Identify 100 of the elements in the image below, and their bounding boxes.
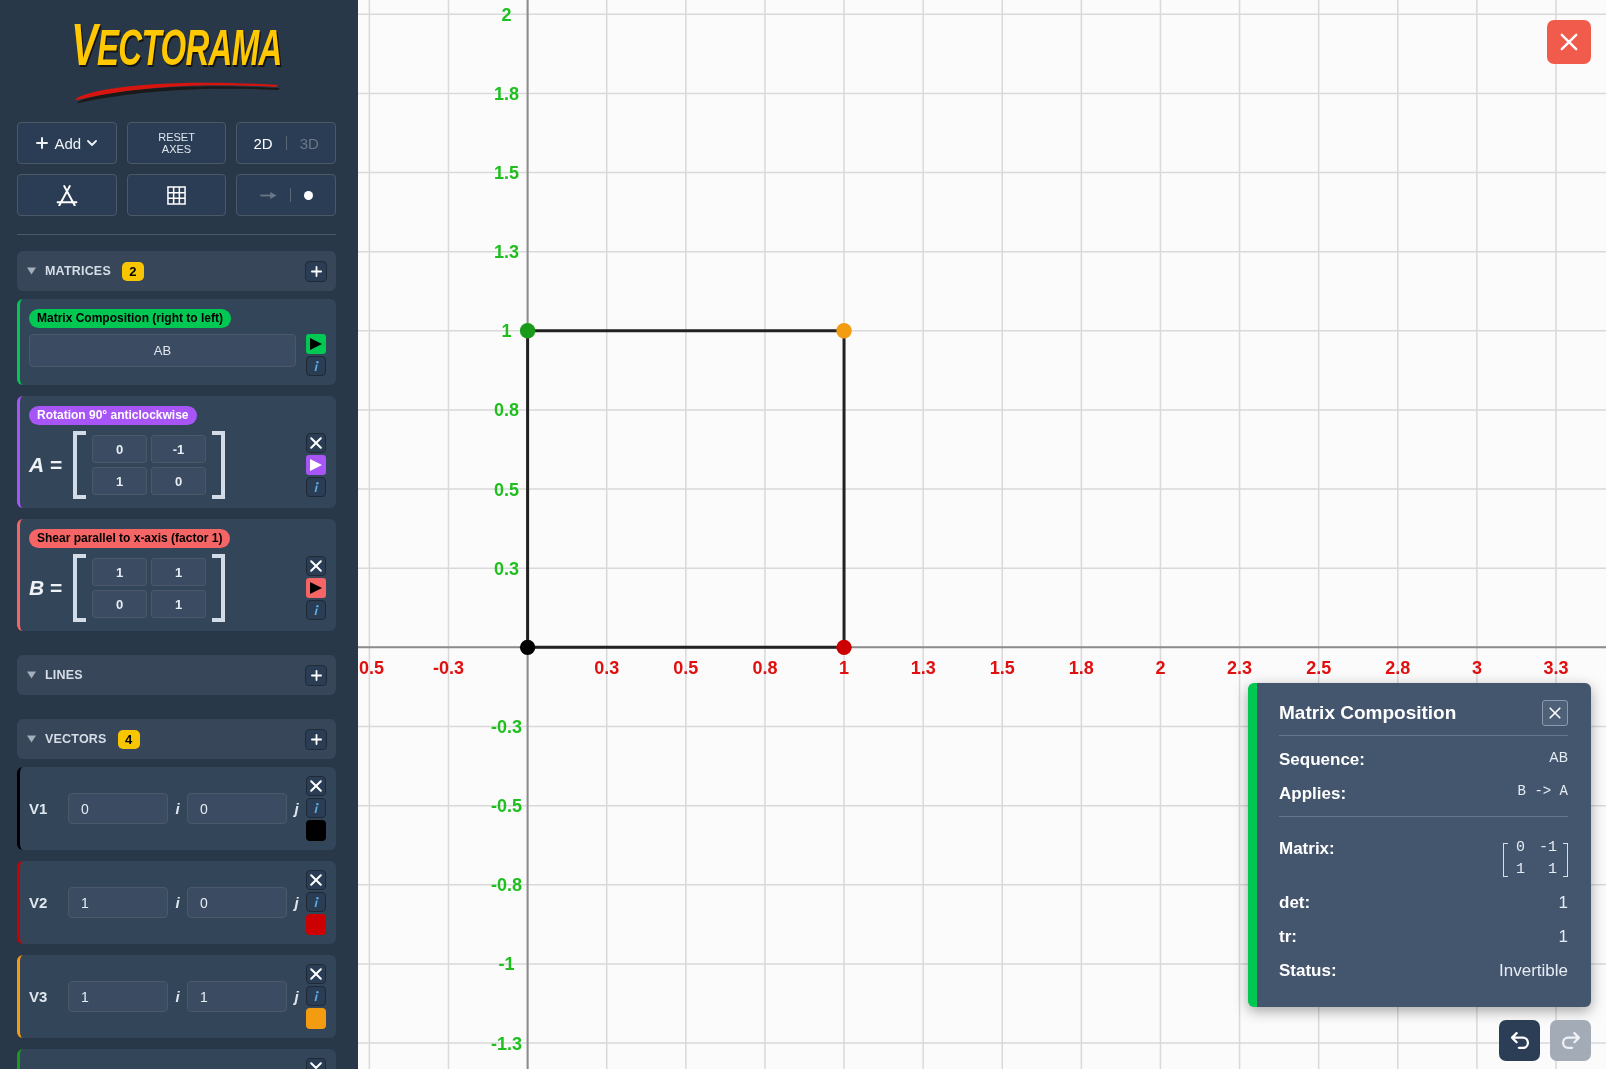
section-title: LINES xyxy=(45,668,83,682)
info-button[interactable] xyxy=(306,600,326,620)
axes-button[interactable] xyxy=(17,174,117,216)
grid-button[interactable] xyxy=(126,174,227,216)
unit-label: i xyxy=(174,894,181,911)
unit-label: j xyxy=(292,800,300,817)
sequence-field[interactable]: AB xyxy=(29,334,296,367)
delete-button[interactable] xyxy=(306,776,326,796)
matrix-entry-field[interactable]: 1 xyxy=(151,590,206,618)
color-swatch[interactable] xyxy=(306,1008,326,1029)
section-header[interactable]: LINES xyxy=(17,655,336,695)
info-button[interactable] xyxy=(306,356,326,376)
add-item-button[interactable] xyxy=(305,664,327,686)
play-button[interactable] xyxy=(306,334,326,354)
redo-icon xyxy=(1560,1032,1581,1049)
matrix-entry-field[interactable]: 0 xyxy=(92,435,147,463)
dimension-option[interactable]: 2D xyxy=(253,134,273,152)
color-swatch[interactable] xyxy=(306,820,326,841)
x-axis-label: 0.3 xyxy=(594,658,620,679)
chevron-down-icon xyxy=(87,140,98,146)
component-field[interactable]: 0 xyxy=(187,793,287,824)
x-axis-label: 0.8 xyxy=(752,658,778,679)
y-axis-label: -1.3 xyxy=(491,1033,523,1054)
component-field[interactable]: 1 xyxy=(187,981,287,1012)
unit-label: j xyxy=(292,988,300,1005)
close-icon xyxy=(310,874,322,886)
matrix-entry-field[interactable]: 0 xyxy=(151,467,206,495)
matrix-entry-field[interactable]: 0 xyxy=(92,590,147,618)
info-button[interactable] xyxy=(306,477,326,497)
matrix-value: 1 xyxy=(1547,860,1557,880)
delete-button[interactable] xyxy=(306,964,326,984)
color-swatch[interactable] xyxy=(306,914,326,935)
point-marker[interactable] xyxy=(836,639,852,656)
y-axis-label: 1 xyxy=(501,321,512,342)
detail-label: Applies: xyxy=(1279,783,1347,805)
vector-label: V3 xyxy=(29,988,49,1005)
x-axis-label: 3 xyxy=(1471,658,1482,679)
y-axis-label: 0.5 xyxy=(494,479,520,500)
count-badge: 2 xyxy=(121,261,144,281)
detail-value: 1 xyxy=(1558,892,1568,914)
matrix-tag: Rotation 90° anticlockwise xyxy=(29,406,197,425)
matrix-value: 1 xyxy=(1515,860,1525,880)
x-axis-label: 0.5 xyxy=(359,658,385,679)
bracket-icon xyxy=(1563,843,1568,877)
close-icon xyxy=(310,780,322,792)
vector-label: V1 xyxy=(29,800,49,817)
matrix-label: A = xyxy=(29,453,64,477)
arrow-icon xyxy=(259,190,277,200)
component-field[interactable]: 1 xyxy=(68,887,168,918)
info-button[interactable] xyxy=(306,986,326,1006)
arrow-mode-button[interactable] xyxy=(259,190,277,200)
undo-button[interactable] xyxy=(1499,1020,1540,1061)
y-axis-label: -1 xyxy=(498,954,515,975)
plus-icon xyxy=(36,137,49,149)
y-axis-label: 0.3 xyxy=(494,558,520,579)
point-marker[interactable] xyxy=(519,639,536,656)
y-axis-label: -0.5 xyxy=(491,796,523,817)
info-icon xyxy=(313,803,319,813)
bracket-icon xyxy=(73,554,86,622)
point-mode-button[interactable] xyxy=(303,190,313,200)
component-field[interactable]: 0 xyxy=(68,793,168,824)
count-badge: 4 xyxy=(117,729,140,749)
matrix-entry-field[interactable]: 1 xyxy=(151,558,206,586)
delete-button[interactable] xyxy=(306,556,326,576)
section-title: VECTORS xyxy=(45,732,107,746)
component-field[interactable]: 1 xyxy=(68,981,168,1012)
x-axis-label: 2.5 xyxy=(1306,658,1332,679)
x-axis-label: 2 xyxy=(1155,658,1166,679)
close-button[interactable] xyxy=(1547,20,1591,64)
close-button[interactable] xyxy=(1542,700,1568,726)
dot-icon xyxy=(303,190,313,200)
info-button[interactable] xyxy=(306,798,326,818)
reset-axes-button[interactable]: RESET AXES xyxy=(126,122,227,164)
component-field[interactable]: 0 xyxy=(187,887,287,918)
matrix-entry-field[interactable]: -1 xyxy=(151,435,206,463)
info-icon xyxy=(313,605,319,615)
y-axis-label: -0.8 xyxy=(491,875,523,896)
play-button[interactable] xyxy=(306,455,326,475)
x-axis-label: 0.5 xyxy=(673,658,699,679)
add-item-button[interactable] xyxy=(305,728,327,750)
x-axis-label: 1.8 xyxy=(1068,658,1094,679)
info-icon xyxy=(313,991,319,1001)
y-axis-label: 2 xyxy=(501,4,512,25)
add-item-button[interactable] xyxy=(305,260,327,282)
bracket-icon xyxy=(73,431,86,499)
matrix-entry-field[interactable]: 1 xyxy=(92,467,147,495)
section-header[interactable]: VECTORS 4 xyxy=(17,719,336,759)
x-axis-label: -0.3 xyxy=(433,658,464,679)
info-button[interactable] xyxy=(306,892,326,912)
delete-button[interactable] xyxy=(306,433,326,453)
point-marker[interactable] xyxy=(836,323,852,339)
section-header[interactable]: MATRICES 2 xyxy=(17,251,336,291)
play-button[interactable] xyxy=(306,578,326,598)
point-marker[interactable] xyxy=(519,323,536,339)
plus-icon xyxy=(310,669,322,681)
add-button[interactable]: Add xyxy=(17,122,117,164)
delete-button[interactable] xyxy=(306,870,326,890)
unit-label: i xyxy=(174,988,181,1005)
x-axis-label: 1 xyxy=(839,658,850,679)
matrix-entry-field[interactable]: 1 xyxy=(92,558,147,586)
